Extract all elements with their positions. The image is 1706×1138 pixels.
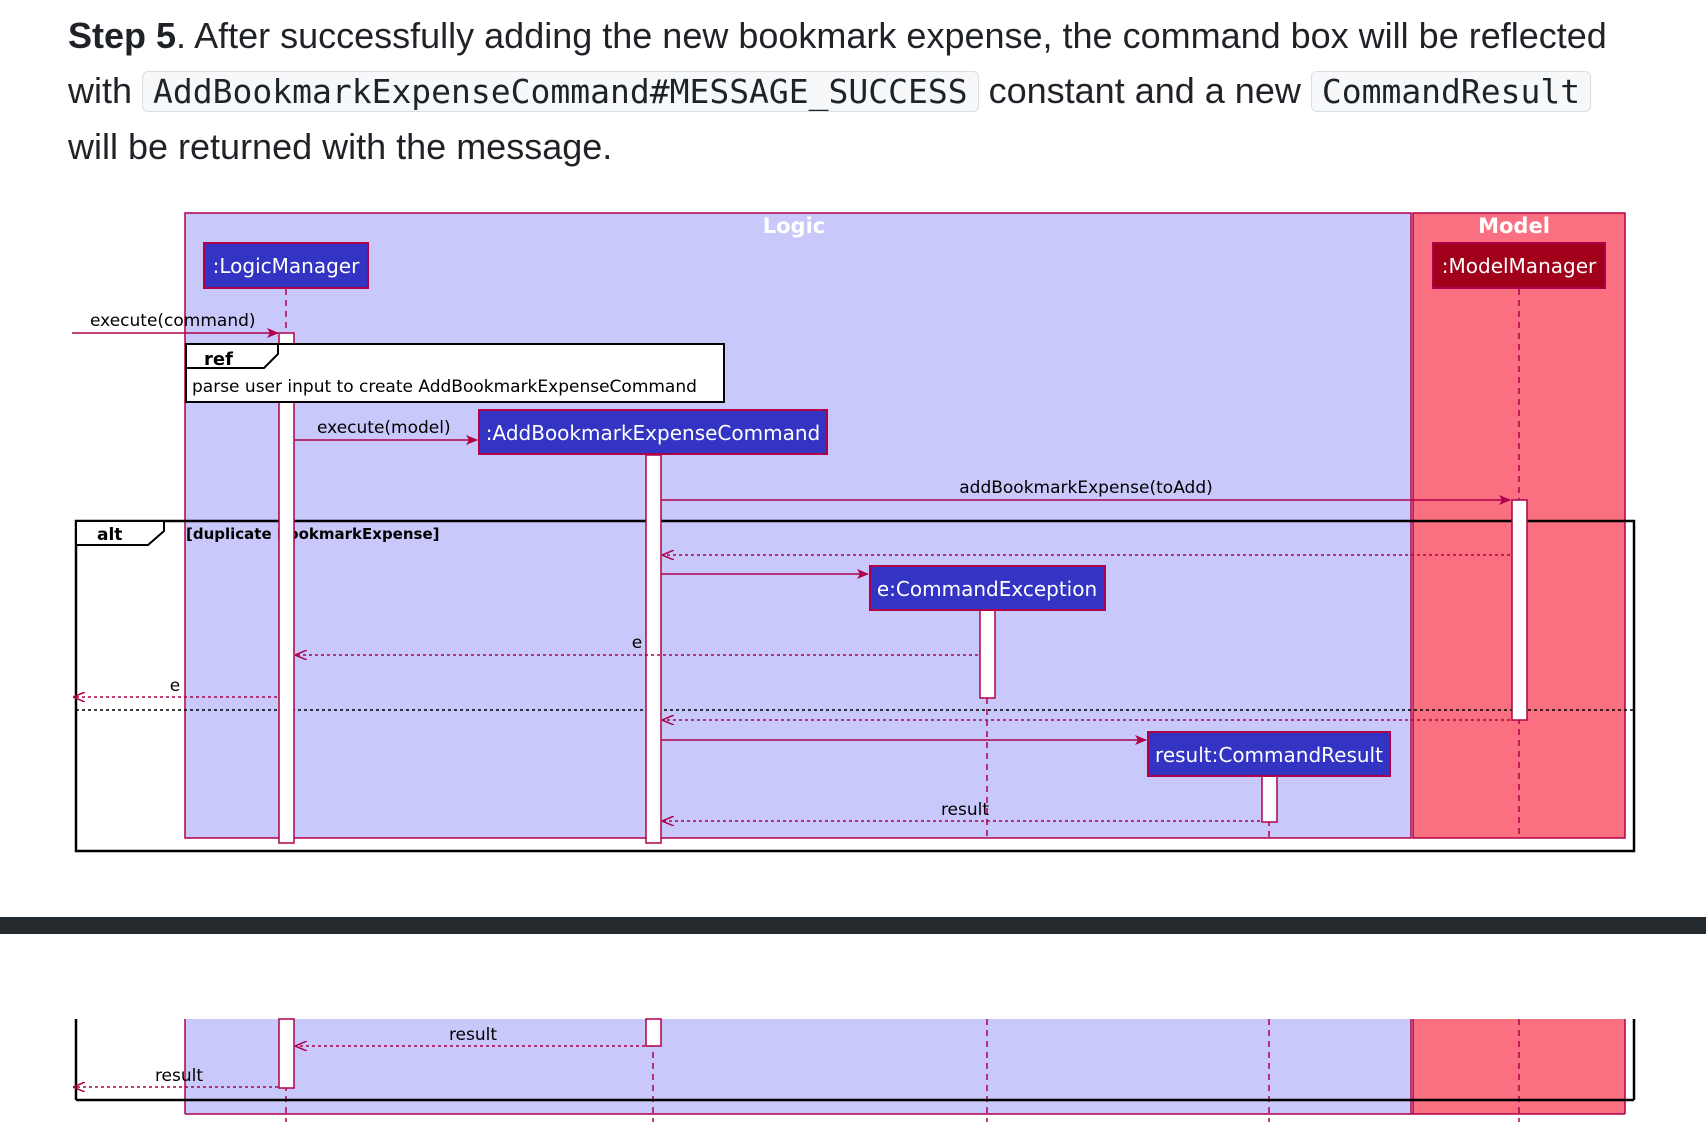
diagram-bottom: result result xyxy=(74,1018,1636,1122)
sequence-diagram: Logic Model :LogicManager :ModelManager … xyxy=(72,212,1636,1122)
alt-guard: [duplicate BookmarkExpense] xyxy=(186,525,439,543)
msg-execute-command-label: execute(command) xyxy=(90,311,256,331)
participant-command-exception-label: e:CommandException xyxy=(877,577,1097,601)
ref-text: parse user input to create AddBookmarkEx… xyxy=(192,377,697,397)
model-box-title: Model xyxy=(1478,214,1550,238)
activation-model-manager xyxy=(1511,499,1528,721)
msg-add-bookmark-expense-label: addBookmarkExpense(toAdd) xyxy=(959,478,1213,498)
msg-return-result-3-label: result xyxy=(155,1066,203,1086)
participant-logic-manager-label: :LogicManager xyxy=(213,254,360,278)
activation-add-command-continued xyxy=(645,1018,662,1047)
participant-add-command-label: :AddBookmarkExpenseCommand xyxy=(486,421,820,445)
activation-command-exception xyxy=(979,609,996,699)
msg-execute-model-label: execute(model) xyxy=(317,418,451,438)
logic-box-title: Logic xyxy=(763,214,826,238)
activation-logic-manager-continued xyxy=(278,1018,295,1089)
activation-add-command xyxy=(645,454,662,844)
alt-tag: alt xyxy=(97,525,122,545)
participant-command-result-label: result:CommandResult xyxy=(1155,743,1383,767)
section-divider xyxy=(0,917,1706,934)
msg-return-result-1-label: result xyxy=(941,800,989,820)
ref-tag: ref xyxy=(204,349,233,370)
msg-return-e-1-label: e xyxy=(632,633,642,653)
msg-return-result-2-label: result xyxy=(449,1025,497,1045)
activation-logic-manager xyxy=(278,332,295,844)
participant-model-manager-label: :ModelManager xyxy=(1442,254,1597,278)
activation-command-result xyxy=(1261,775,1278,823)
msg-return-e-2-label: e xyxy=(170,676,180,696)
diagram-top: Logic Model :LogicManager :ModelManager … xyxy=(72,212,1636,853)
